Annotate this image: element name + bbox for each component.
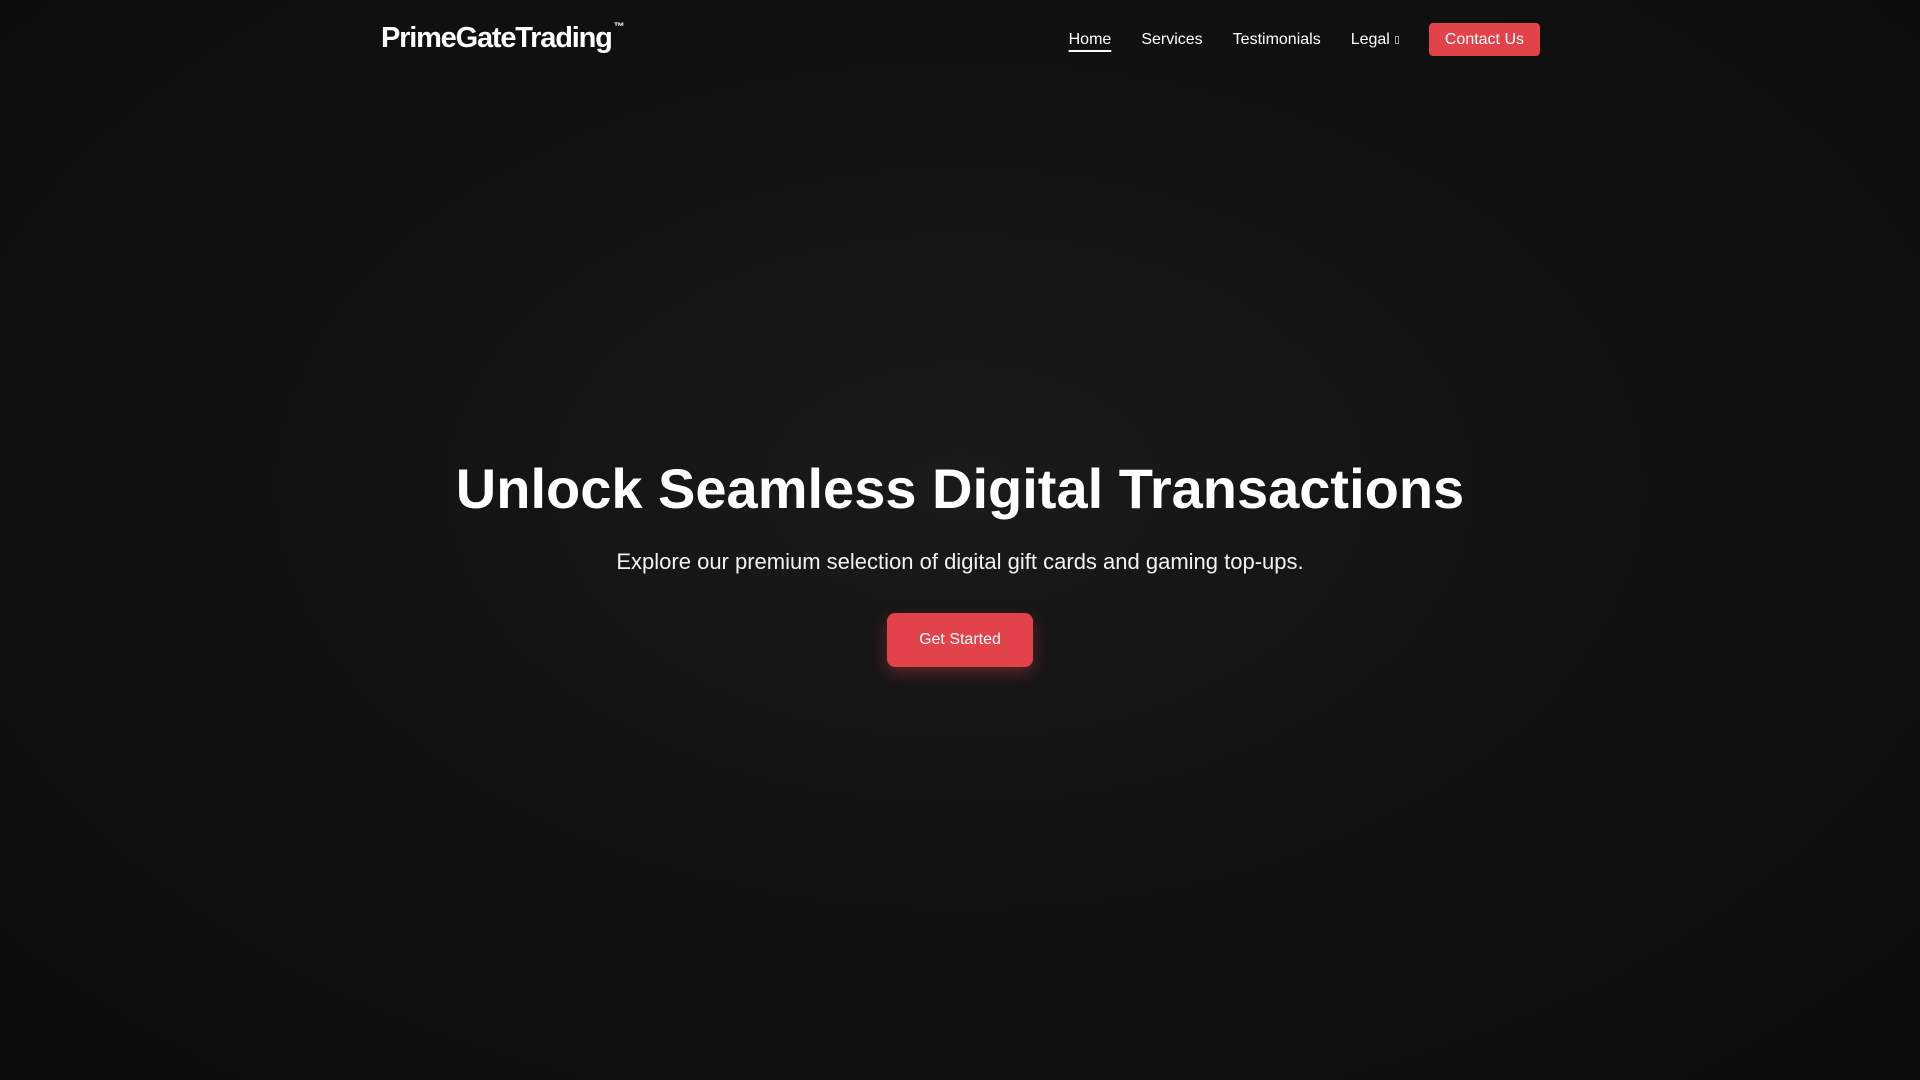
hero-title: Unlock Seamless Digital Transactions <box>455 457 1465 520</box>
top-navigation-bar: PrimeGateTrading ™ Home Services Testimon… <box>0 0 1920 80</box>
trademark-symbol: ™ <box>613 21 625 34</box>
nav-link-legal[interactable]: Legal <box>1351 31 1399 49</box>
hero-section: Unlock Seamless Digital Transactions Exp… <box>0 455 1920 667</box>
nav-link-legal-label: Legal <box>1350 30 1390 48</box>
nav-link-testimonials[interactable]: Testimonials <box>1233 31 1321 49</box>
nav-link-services[interactable]: Services <box>1141 31 1202 49</box>
nav-link-home[interactable]: Home <box>1069 31 1112 49</box>
page: PrimeGateTrading ™ Home Services Testimon… <box>0 0 1920 1080</box>
get-started-button[interactable]: Get Started <box>887 612 1033 667</box>
contact-us-button[interactable]: Contact Us <box>1428 23 1540 56</box>
brand-name: PrimeGateTrading <box>381 22 613 54</box>
brand-logo[interactable]: PrimeGateTrading ™ <box>381 21 625 55</box>
hero-subtitle: Explore our premium selection of digital… <box>616 549 1304 575</box>
main-nav: Home Services Testimonials Legal Contact… <box>1069 23 1540 56</box>
chevron-down-icon <box>1394 35 1399 44</box>
